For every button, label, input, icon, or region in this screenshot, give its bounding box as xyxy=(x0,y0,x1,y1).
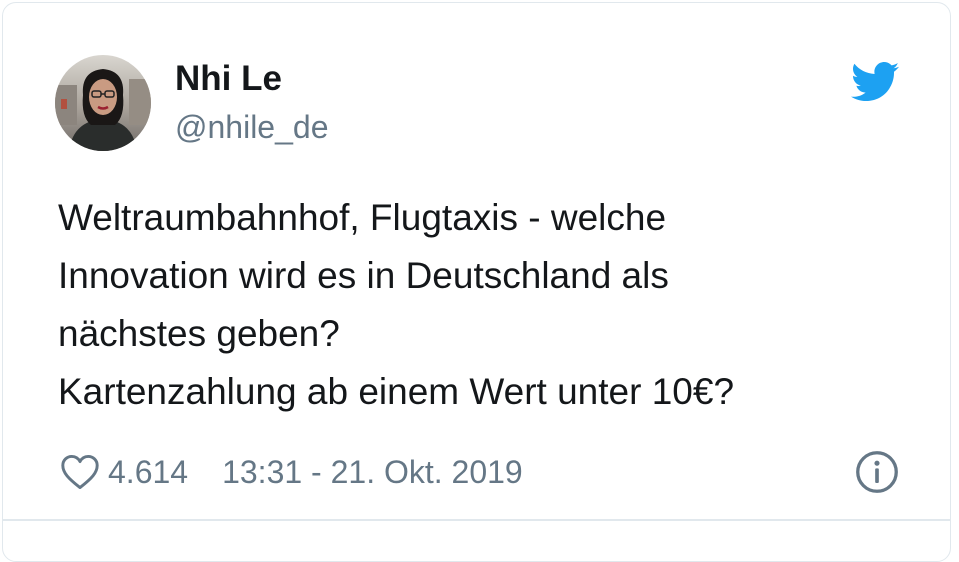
user-handle[interactable]: @nhile_de xyxy=(175,105,328,149)
tweet-footer: 4.614 13:31 - 21. Okt. 2019 xyxy=(60,449,523,495)
tweet-card[interactable]: Nhi Le @nhile_de Weltraumbahnhof, Flugta… xyxy=(2,2,951,562)
tweet-line: Kartenzahlung ab einem Wert unter 10€? xyxy=(58,371,735,412)
tweet-line: Weltraumbahnhof, Flugtaxis - welche xyxy=(58,197,667,238)
avatar[interactable] xyxy=(55,55,151,151)
tweet-text: Weltraumbahnhof, Flugtaxis - welche Inno… xyxy=(58,189,918,421)
tweet-line: Innovation wird es in Deutschland als xyxy=(58,255,669,296)
twitter-bird-icon[interactable] xyxy=(851,61,899,103)
timestamp[interactable]: 13:31 - 21. Okt. 2019 xyxy=(222,454,523,491)
like-count: 4.614 xyxy=(108,453,189,490)
avatar-photo xyxy=(55,55,151,151)
display-name[interactable]: Nhi Le xyxy=(175,55,282,103)
info-icon[interactable] xyxy=(855,450,899,494)
heart-icon[interactable] xyxy=(60,454,100,490)
divider xyxy=(3,519,950,521)
tweet-line: nächstes geben? xyxy=(58,313,340,354)
